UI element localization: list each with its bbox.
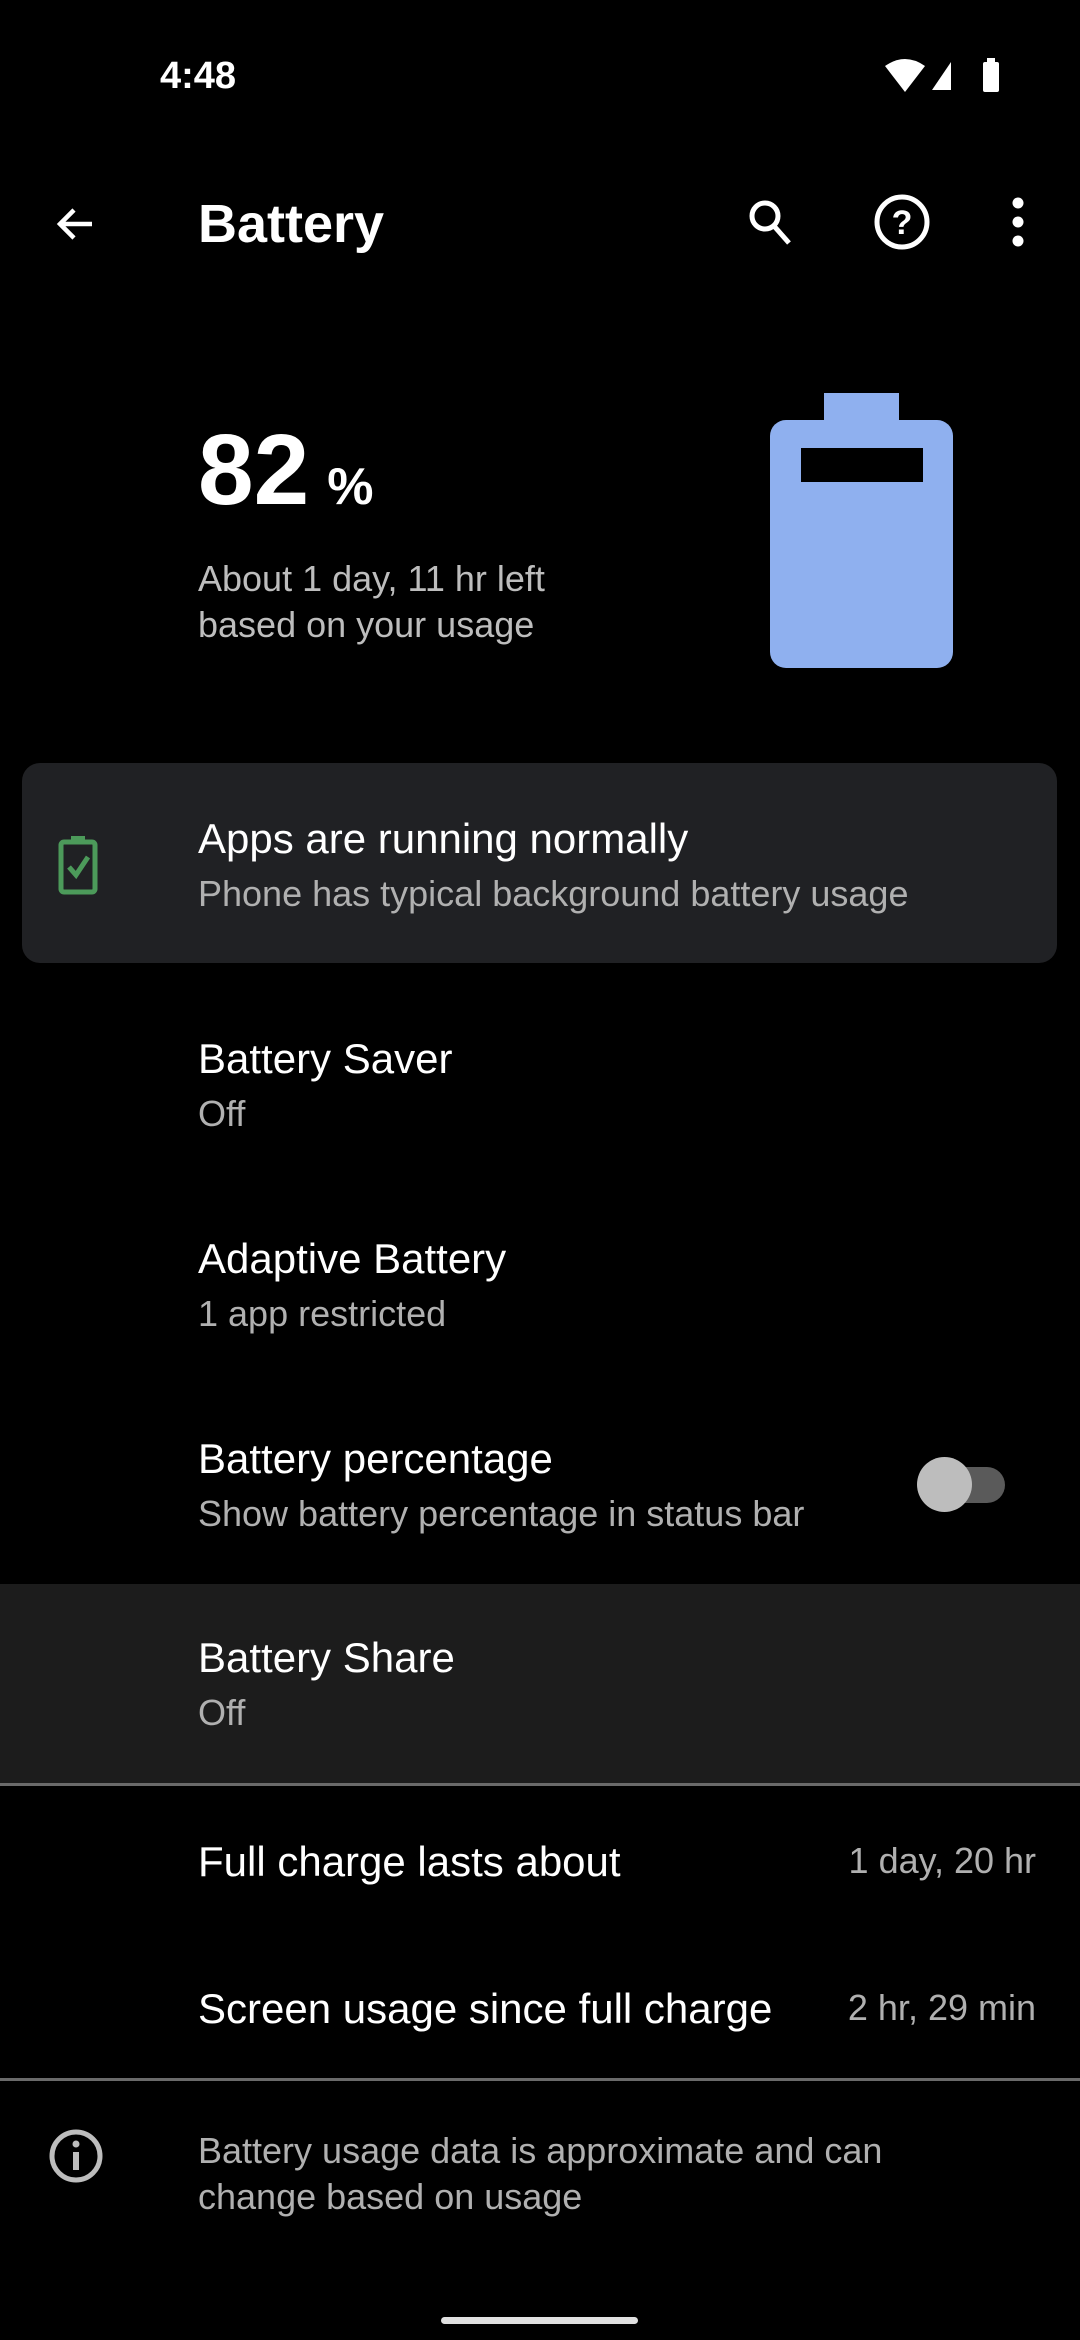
help-button[interactable]: ? [870,190,934,254]
setting-summary: 1 app restricted [198,1293,447,1334]
setting-title: Adaptive Battery [198,1235,507,1282]
footer-note: Battery usage data is approximate and ca… [198,2128,882,2220]
battery-level-unit: % [327,458,374,516]
battery-level: 82% [198,410,373,547]
tip-title: Apps are running normally [198,815,689,862]
stat-value: 1 day, 20 hr [848,1840,1036,1881]
tip-subtitle: Phone has typical background battery usa… [198,873,909,914]
battery-estimate: About 1 day, 11 hr left based on your us… [198,556,545,648]
stat-screen-usage: Screen usage since full charge 2 hr, 29 … [0,1935,1080,2080]
home-indicator[interactable] [441,2317,638,2324]
stat-value: 2 hr, 29 min [847,1987,1036,2028]
setting-summary: Show battery percentage in status bar [198,1493,805,1534]
battery-ok-icon [58,835,98,900]
back-button[interactable] [44,192,108,256]
more-vert-icon [1012,197,1024,247]
battery-percentage-toggle[interactable] [917,1457,1005,1513]
setting-battery-share[interactable]: Battery Share Off [0,1584,1080,1784]
more-options-button[interactable] [988,190,1048,254]
setting-summary: Off [198,1093,246,1134]
large-battery-icon [770,393,953,668]
arrow-back-icon [56,208,92,240]
status-icons [885,56,1005,96]
cell-signal-icon [932,62,951,90]
divider [0,1783,1080,1786]
estimate-line-1: About 1 day, 11 hr left [198,558,545,599]
search-button[interactable] [738,190,802,254]
stat-label: Full charge lasts about [198,1838,621,1885]
footer-line-2: change based on usage [198,2176,583,2217]
footer-line-1: Battery usage data is approximate and ca… [198,2130,883,2171]
battery-icon [983,58,999,92]
svg-text:?: ? [892,204,913,242]
page-title: Battery [198,194,385,254]
help-icon: ? [874,194,930,250]
stat-label: Screen usage since full charge [198,1985,773,2032]
setting-battery-saver[interactable]: Battery Saver Off [0,1000,1080,1170]
setting-title: Battery Saver [198,1035,453,1082]
setting-battery-percentage[interactable]: Battery percentage Show battery percenta… [0,1400,1080,1584]
battery-level-value: 82 [198,414,310,526]
wifi-icon [885,59,925,92]
estimate-line-2: based on your usage [198,604,535,645]
status-time: 4:48 [160,55,237,97]
setting-adaptive-battery[interactable]: Adaptive Battery 1 app restricted [0,1200,1080,1370]
setting-title: Battery Share [198,1634,455,1681]
setting-title: Battery percentage [198,1435,553,1482]
setting-summary: Off [198,1692,246,1733]
info-icon [48,2128,104,2189]
stat-full-charge: Full charge lasts about 1 day, 20 hr [0,1790,1080,1935]
battery-tip-card[interactable]: Apps are running normally Phone has typi… [22,763,1057,963]
search-icon [749,200,791,245]
divider [0,2078,1080,2081]
